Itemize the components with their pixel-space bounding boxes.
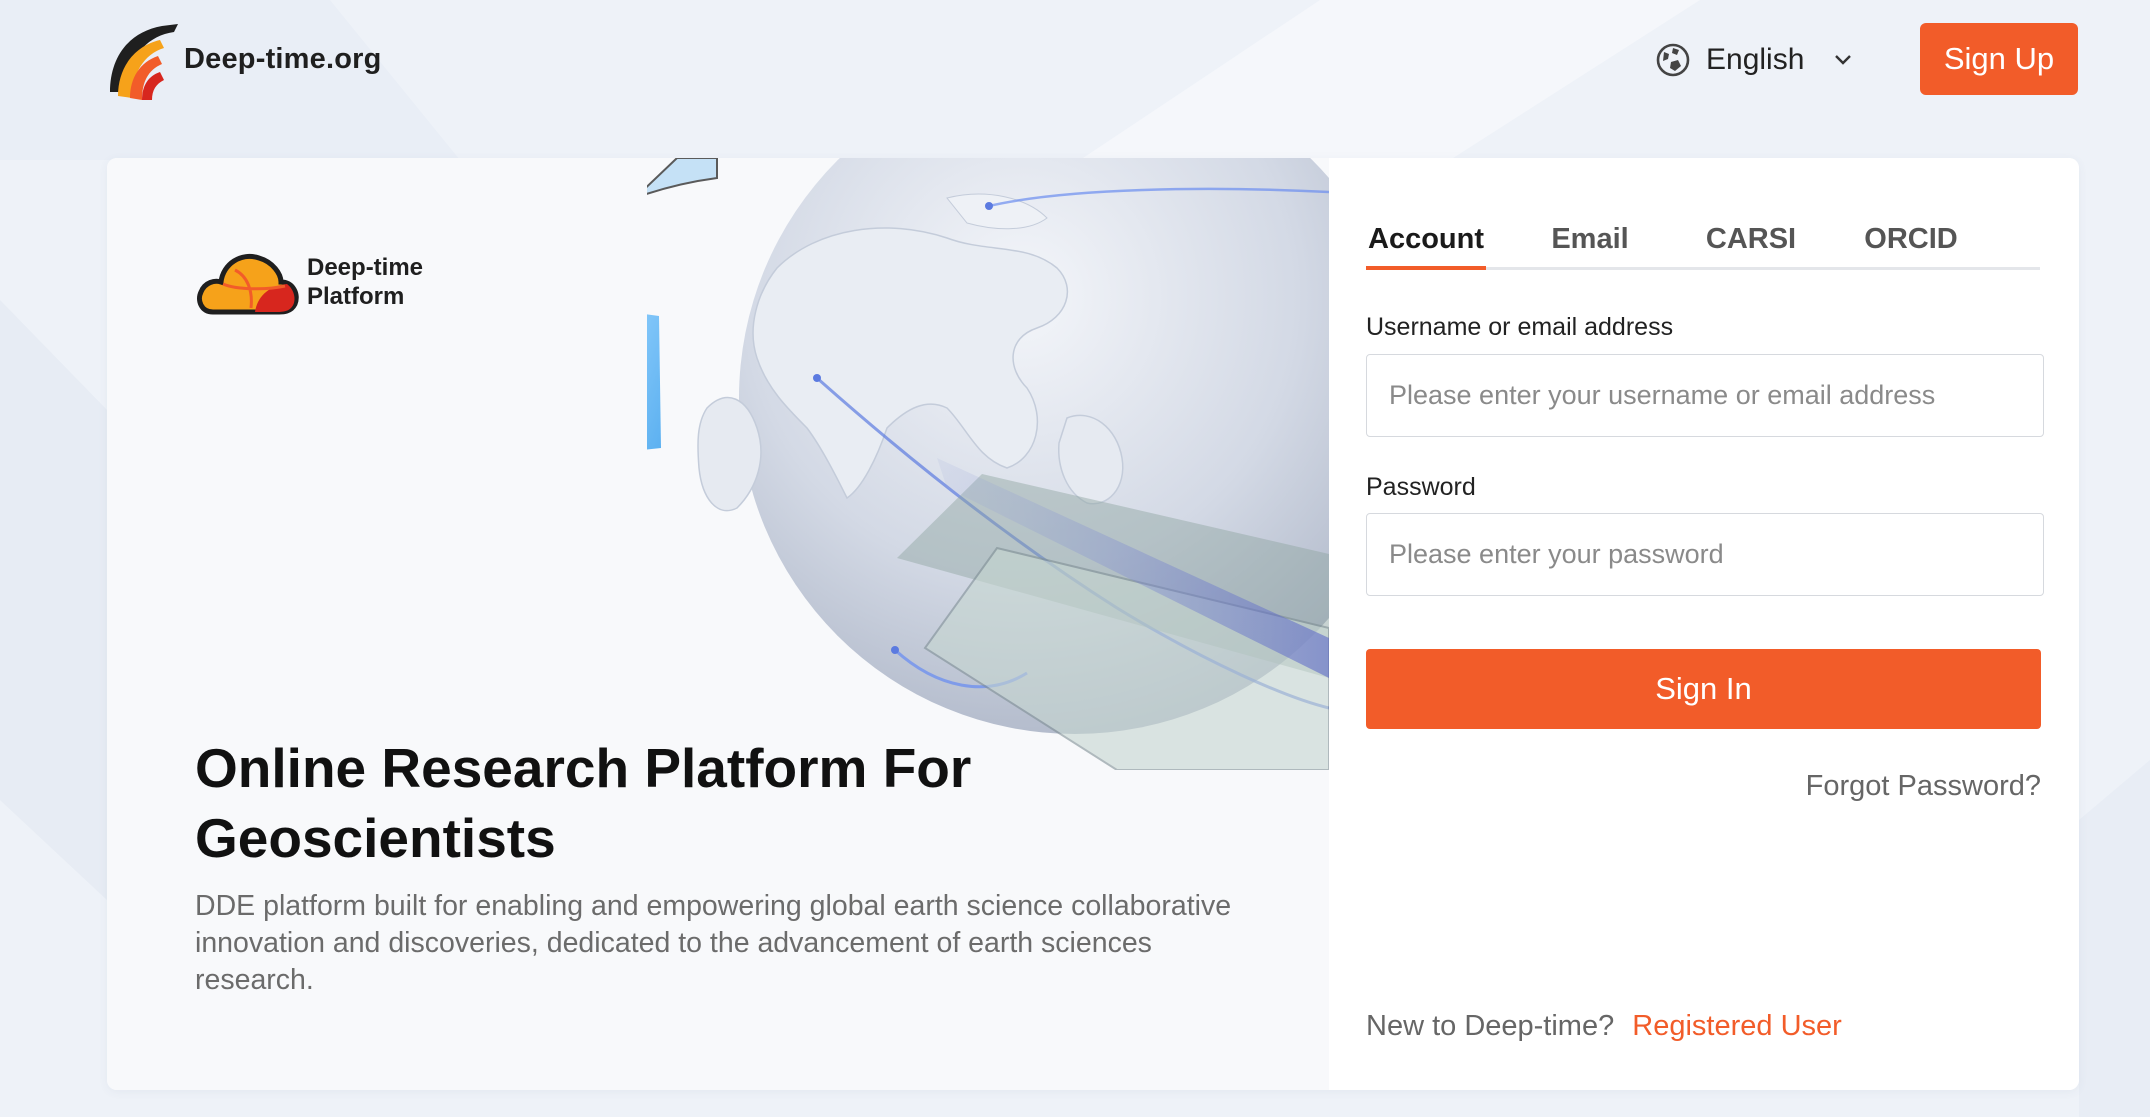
active-tab-indicator: [1366, 266, 1486, 270]
registered-user-link[interactable]: Registered User: [1632, 1010, 1842, 1042]
chevron-down-icon: [1835, 55, 1852, 65]
register-prompt: New to Deep-time?: [1366, 1010, 1615, 1042]
login-form-panel: Account Email CARSI ORCID Username or em…: [1329, 158, 2079, 1090]
deep-time-logo-icon: [110, 24, 178, 100]
tab-carsi[interactable]: CARSI: [1696, 208, 1806, 270]
brand-home-link[interactable]: Deep-time.org: [104, 18, 382, 100]
globe-illustration: [647, 158, 1329, 770]
language-label: English: [1706, 43, 1805, 76]
sign-up-button[interactable]: Sign Up: [1920, 23, 2078, 95]
username-label: Username or email address: [1366, 313, 1674, 341]
password-label: Password: [1366, 473, 1476, 501]
tab-orcid[interactable]: ORCID: [1846, 208, 1976, 270]
sign-in-button[interactable]: Sign In: [1366, 649, 2041, 729]
login-method-tabs: Account Email CARSI ORCID: [1366, 208, 2040, 270]
tab-email[interactable]: Email: [1540, 208, 1640, 270]
password-input[interactable]: [1366, 513, 2044, 596]
language-selector[interactable]: English: [1656, 36, 1854, 84]
platform-name: Deep-time Platform: [307, 254, 424, 310]
brand-name: Deep-time.org: [184, 42, 382, 75]
hero-description: DDE platform built for enabling and empo…: [195, 890, 1232, 996]
hero-title: Online Research Platform For Geoscientis…: [195, 737, 972, 869]
username-input[interactable]: [1366, 354, 2044, 437]
tab-account[interactable]: Account: [1366, 208, 1486, 270]
login-card: Deep-time Platform Online Research Platf…: [107, 158, 2079, 1090]
globe-icon: [1656, 43, 1690, 77]
register-row: New to Deep-time? Registered User: [1366, 1010, 1842, 1043]
top-navigation-bar: Deep-time.org English Sign Up: [0, 0, 2150, 120]
forgot-password-link[interactable]: Forgot Password?: [1806, 770, 2041, 803]
cloud-logo-icon: [197, 254, 299, 315]
platform-logo: Deep-time Platform: [195, 246, 437, 318]
hero-panel: Deep-time Platform Online Research Platf…: [107, 158, 1329, 1090]
